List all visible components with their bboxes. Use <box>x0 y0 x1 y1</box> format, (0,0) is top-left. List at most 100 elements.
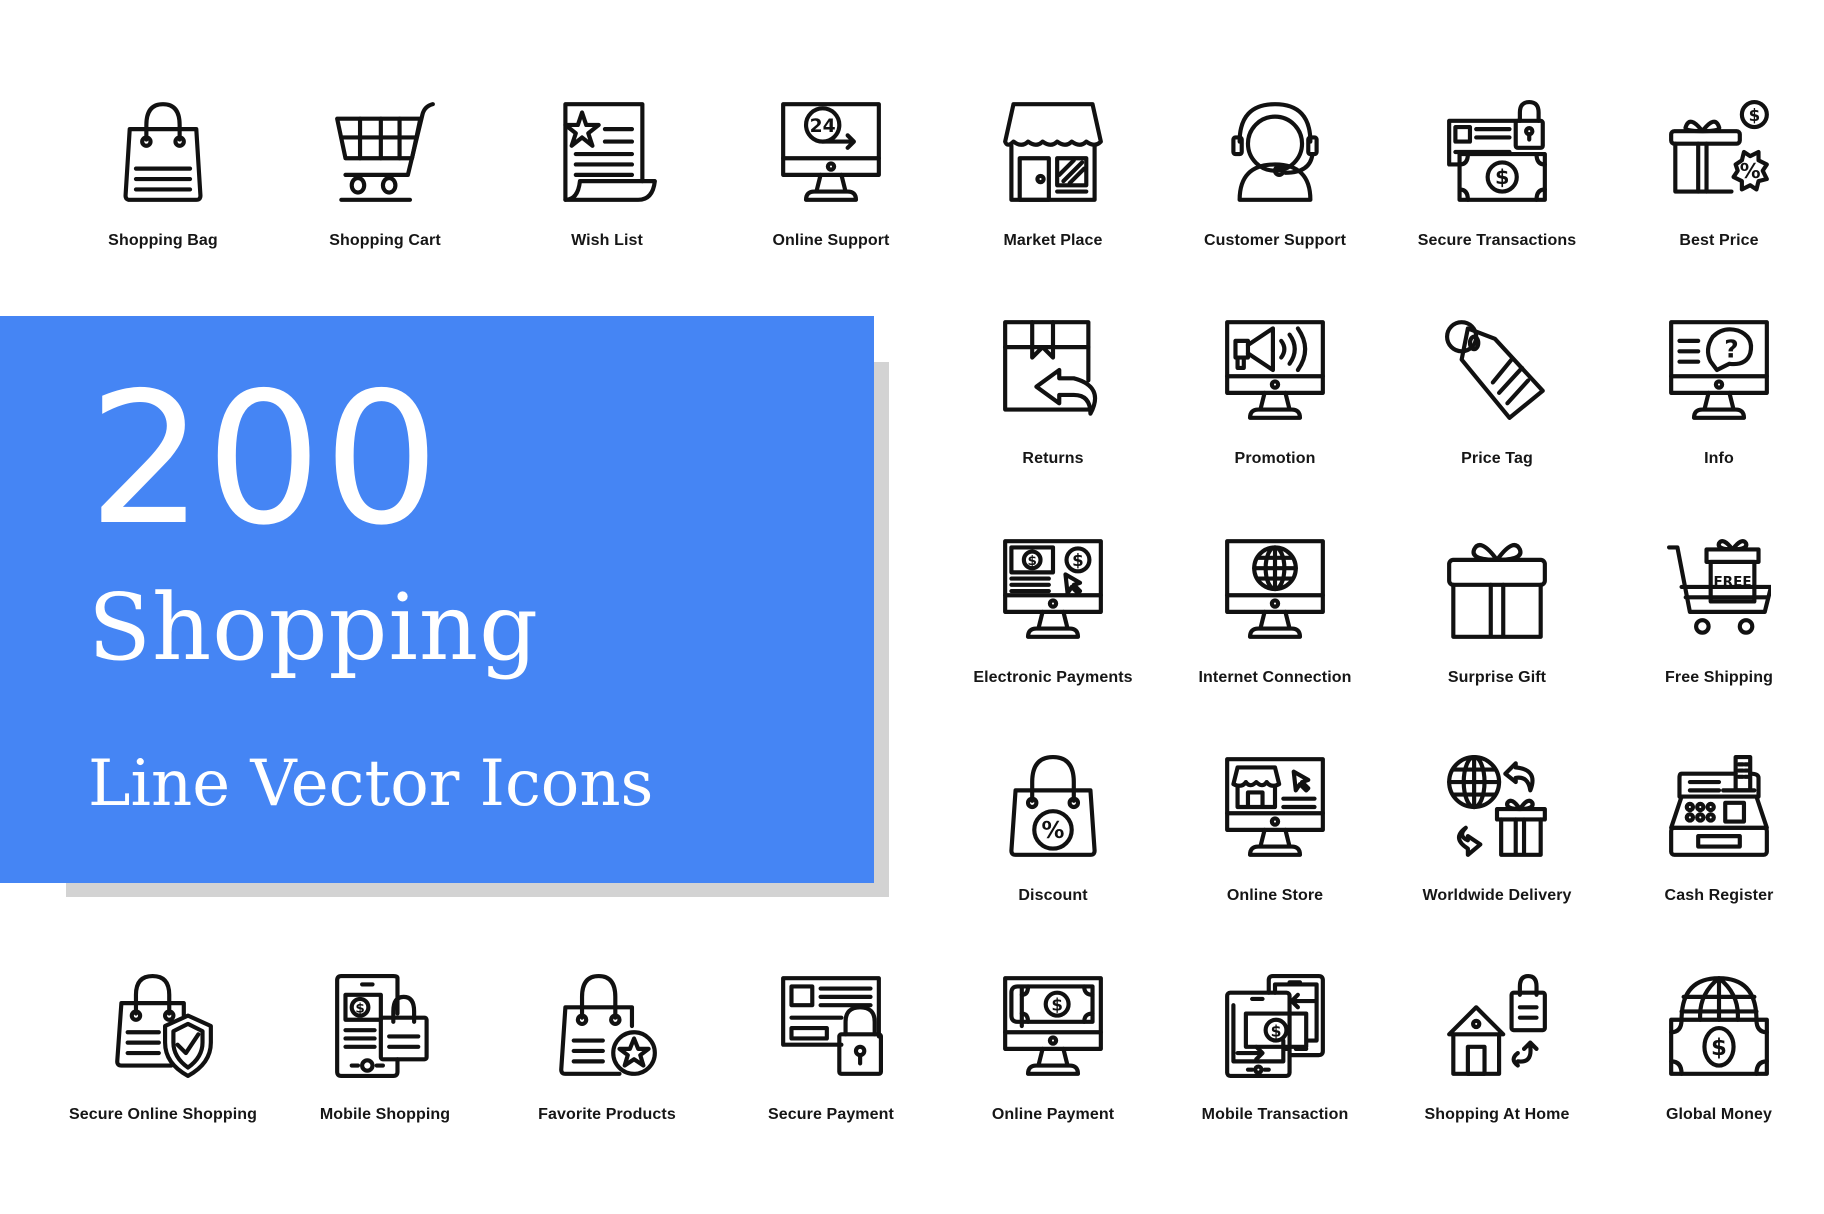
free-shipping-icon: FREE <box>1667 539 1771 635</box>
banner-title: Shopping <box>88 574 540 681</box>
worldwide-delivery-icon <box>1447 755 1547 857</box>
surprise-gift-icon <box>1447 543 1547 639</box>
icon-tile-price-tag: Price Tag <box>1386 318 1608 498</box>
icon-label: Worldwide Delivery <box>1422 887 1572 904</box>
icon-tile-secure-online-shopping: Secure Online Shopping <box>52 974 274 1154</box>
icon-tile-wish-list: Wish List <box>496 100 718 280</box>
returns-icon <box>1003 320 1098 416</box>
price-tag-icon <box>1445 320 1545 420</box>
svg-text:?: ? <box>1724 335 1738 364</box>
svg-text:$: $ <box>1072 551 1084 570</box>
icon-label: Info <box>1704 450 1734 467</box>
icon-label: Online Store <box>1226 887 1324 904</box>
icon-label: Favorite Products <box>538 1106 676 1123</box>
icon-label: Surprise Gift <box>1447 669 1547 686</box>
icon-tile-online-support: 24 Online Support <box>720 100 942 280</box>
icon-tile-internet-connection: Internet Connection <box>1164 537 1386 717</box>
icon-tile-shopping-bag: Shopping Bag <box>52 100 274 280</box>
icon-count: 200 <box>88 353 442 565</box>
icon-label: Returns <box>1022 450 1084 467</box>
icon-label: Best Price <box>1679 232 1759 249</box>
online-store-icon <box>1225 757 1325 857</box>
secure-transactions-icon: $ <box>1447 100 1547 202</box>
icon-tile-discount: % Discount <box>942 755 1164 935</box>
svg-text:24: 24 <box>810 116 836 137</box>
icon-tile-online-payment: $ Online Payment <box>942 974 1164 1154</box>
icon-label: Price Tag <box>1461 450 1533 467</box>
best-price-icon: $ % <box>1669 100 1769 194</box>
icon-label: Internet Connection <box>1198 669 1352 686</box>
icon-tile-electronic-payments: $ $ Electronic Payments <box>942 537 1164 717</box>
icon-label: Shopping Cart <box>329 232 441 249</box>
svg-text:%: % <box>1042 818 1065 844</box>
svg-text:$: $ <box>1495 165 1509 189</box>
icon-label: Online Payment <box>991 1106 1115 1123</box>
online-support-icon: 24 <box>781 102 881 202</box>
icon-tile-secure-transactions: $ Secure Transactions <box>1386 100 1608 280</box>
banner-subtitle: Line Vector Icons <box>88 747 654 821</box>
icon-tile-favorite-products: Favorite Products <box>496 974 718 1154</box>
secure-online-shopping-icon <box>115 974 213 1078</box>
shopping-cart-icon <box>335 102 435 202</box>
svg-text:%: % <box>1740 159 1761 183</box>
icon-tile-global-money: $ Global Money <box>1608 974 1824 1154</box>
icon-label: Discount <box>1018 887 1088 904</box>
icon-tile-best-price: $ % Best Price <box>1608 100 1824 280</box>
mobile-shopping-icon: $ <box>335 974 429 1078</box>
icon-label: Cash Register <box>1664 887 1774 904</box>
market-place-icon <box>1003 102 1103 202</box>
icon-label: Shopping At Home <box>1424 1106 1570 1123</box>
svg-text:$: $ <box>355 1000 364 1016</box>
icon-label: Secure Payment <box>768 1106 894 1123</box>
promotion-icon <box>1225 320 1325 420</box>
icon-label: Global Money <box>1665 1106 1773 1123</box>
icon-label: Electronic Payments <box>973 669 1133 686</box>
online-payment-icon: $ <box>1003 976 1103 1076</box>
icon-label: Market Place <box>1003 232 1103 249</box>
icon-tile-customer-support: Customer Support <box>1164 100 1386 280</box>
icon-label: Online Support <box>772 232 890 249</box>
icon-label: Mobile Shopping <box>319 1106 451 1123</box>
global-money-icon: $ <box>1669 976 1769 1076</box>
icon-label: Wish List <box>571 232 643 249</box>
svg-text:$: $ <box>1051 995 1063 1014</box>
icon-tile-secure-payment: Secure Payment <box>720 974 942 1154</box>
cash-register-icon <box>1669 755 1769 857</box>
discount-icon: % <box>1009 755 1097 857</box>
favorite-products-icon <box>559 974 657 1076</box>
svg-text:$: $ <box>1271 1022 1282 1040</box>
icon-label: Promotion <box>1234 450 1316 467</box>
icon-tile-promotion: Promotion <box>1164 318 1386 498</box>
icon-tile-returns: Returns <box>942 318 1164 498</box>
icon-label: Secure Online Shopping <box>69 1106 257 1123</box>
info-icon: ? <box>1669 320 1769 420</box>
customer-support-icon <box>1231 102 1319 202</box>
icon-tile-mobile-transaction: $ Mobile Transaction <box>1164 974 1386 1154</box>
secure-payment-icon <box>781 976 883 1076</box>
icon-tile-shopping-at-home: Shopping At Home <box>1386 974 1608 1154</box>
wish-list-icon <box>563 102 657 202</box>
icon-tile-online-store: Online Store <box>1164 755 1386 935</box>
icon-label: Secure Transactions <box>1417 232 1577 249</box>
electronic-payments-icon: $ $ <box>1003 539 1103 639</box>
svg-text:FREE: FREE <box>1713 574 1751 590</box>
internet-connection-icon <box>1225 539 1325 639</box>
icon-label: Customer Support <box>1203 232 1347 249</box>
icon-label: Shopping Bag <box>108 232 218 249</box>
svg-text:$: $ <box>1711 1035 1727 1061</box>
icon-tile-cash-register: Cash Register <box>1608 755 1824 935</box>
shopping-bag-icon <box>123 102 203 202</box>
svg-text:$: $ <box>1749 106 1761 125</box>
icon-label: Free Shipping <box>1665 669 1773 686</box>
icon-tile-shopping-cart: Shopping Cart <box>274 100 496 280</box>
shopping-at-home-icon <box>1447 974 1547 1076</box>
icon-tile-surprise-gift: Surprise Gift <box>1386 537 1608 717</box>
svg-text:$: $ <box>1027 553 1036 569</box>
icon-tile-mobile-shopping: $ Mobile Shopping <box>274 974 496 1154</box>
mobile-transaction-icon: $ <box>1225 974 1325 1078</box>
icon-tile-info: ? Info <box>1608 318 1824 498</box>
icon-tile-free-shipping: FREE Free Shipping <box>1608 537 1824 717</box>
icon-tile-worldwide-delivery: Worldwide Delivery <box>1386 755 1608 935</box>
icon-label: Mobile Transaction <box>1201 1106 1349 1123</box>
icon-tile-market-place: Market Place <box>942 100 1164 280</box>
